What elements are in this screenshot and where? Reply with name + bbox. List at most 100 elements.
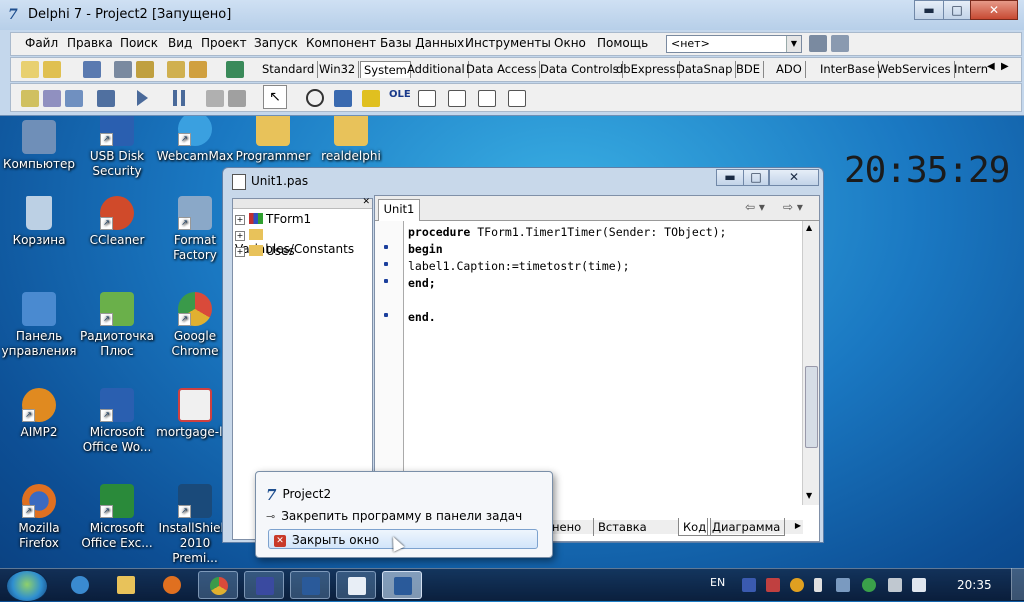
save-desktop-icon[interactable] <box>809 35 827 52</box>
jump-list-app-project2[interactable]: 7 Project2 <box>266 484 331 504</box>
dde-client-conv-icon[interactable] <box>418 90 436 107</box>
menu-tools[interactable]: Инструменты <box>465 36 551 50</box>
set-debug-desktop-icon[interactable] <box>831 35 849 52</box>
paintbox-icon[interactable] <box>334 90 352 107</box>
scroll-down-icon[interactable]: ▼ <box>806 491 812 500</box>
palette-tab-data-controls[interactable]: Data Controls <box>537 61 623 78</box>
breakpoint-dot[interactable] <box>384 245 388 249</box>
taskbar-chrome[interactable] <box>198 571 238 599</box>
desktop-icon-programmer[interactable]: Programmer <box>234 112 312 164</box>
code-line[interactable]: end. <box>408 310 436 324</box>
forward-arrow-icon[interactable]: ⇨ ▾ <box>783 200 803 214</box>
menu-project[interactable]: Проект <box>201 36 247 50</box>
view-form-icon[interactable] <box>43 90 61 107</box>
add-file-icon[interactable] <box>167 61 185 78</box>
taskbar-delphi[interactable] <box>290 571 330 599</box>
desktop-icon-realdelphi[interactable]: realdelphi <box>312 112 390 164</box>
network-icon[interactable] <box>836 578 850 592</box>
taskbar-running-app[interactable] <box>244 571 284 599</box>
breakpoint-dot[interactable] <box>384 262 388 266</box>
menu-database[interactable]: Базы Данных <box>380 36 464 50</box>
tray-app-icon[interactable] <box>790 578 804 592</box>
tray-app-icon[interactable] <box>742 578 756 592</box>
code-line[interactable]: procedure TForm1.Timer1Timer(Sender: TOb… <box>408 225 727 239</box>
title-bar[interactable]: 7 Delphi 7 - Project2 [Запущено] ▬ □ ✕ <box>0 0 1024 30</box>
palette-tab-win32[interactable]: Win32 <box>316 61 360 78</box>
remove-file-icon[interactable] <box>189 61 207 78</box>
palette-tab-interbase[interactable]: InterBase <box>817 61 879 78</box>
volume-icon[interactable] <box>912 578 926 592</box>
help-book-icon[interactable] <box>226 61 244 78</box>
maximize-button[interactable]: □ <box>943 0 971 20</box>
tree-node-tform1[interactable]: + TForm1 <box>235 212 311 228</box>
menu-edit[interactable]: Правка <box>67 36 113 50</box>
usb-device-icon[interactable] <box>814 578 822 592</box>
desktop-icon-word[interactable]: ↗ Microsoft Office Wo... <box>78 388 156 455</box>
taskbar-project2[interactable] <box>382 571 422 599</box>
chevron-down-icon[interactable]: ▼ <box>786 36 801 52</box>
palette-tab-dbexpress[interactable]: dbExpress <box>613 61 680 78</box>
palette-tab-additional[interactable]: Additional <box>404 61 469 78</box>
tab-unit1[interactable]: Unit1 <box>378 199 420 221</box>
taskbar-media-player[interactable] <box>152 571 192 599</box>
tree-node-uses[interactable]: + Uses <box>235 244 295 260</box>
trace-into-icon[interactable] <box>206 90 224 107</box>
pointer-arrow-icon[interactable]: ↖ <box>263 85 287 109</box>
dde-server-item-icon[interactable] <box>508 90 526 107</box>
ole-container-icon[interactable]: OLE <box>389 89 411 100</box>
tray-app-icon[interactable] <box>766 578 780 592</box>
desktop-icon-webcammax[interactable]: ↗ WebcamMax <box>156 112 234 164</box>
vertical-scrollbar[interactable]: ▲ ▼ <box>802 221 819 505</box>
breakpoint-dot[interactable] <box>384 279 388 283</box>
view-unit-icon[interactable] <box>21 90 39 107</box>
desktop-icon-control-panel[interactable]: Панель управления <box>0 292 78 359</box>
back-arrow-icon[interactable]: ⇦ ▾ <box>745 200 765 214</box>
close-button[interactable]: ✕ <box>970 0 1018 20</box>
run-icon[interactable] <box>137 90 148 106</box>
taskbar-notepad[interactable] <box>336 571 376 599</box>
palette-tab-bde[interactable]: BDE <box>733 61 765 78</box>
expand-icon[interactable]: + <box>235 231 245 241</box>
tab-diagram[interactable]: Диаграмма <box>707 518 786 536</box>
scroll-thumb[interactable] <box>805 366 818 448</box>
menu-search[interactable]: Поиск <box>120 36 158 50</box>
code-line[interactable]: begin <box>408 242 443 256</box>
desktop-icon-aimp2[interactable]: ↗ AIMP2 <box>0 388 78 440</box>
desktop-icon-usb-disk-security[interactable]: ↗ USB Disk Security <box>78 112 156 179</box>
palette-tab-standard[interactable]: Standard <box>259 61 319 78</box>
editor-maximize-button[interactable]: □ <box>743 169 769 186</box>
mediaplayer-icon[interactable] <box>362 90 380 107</box>
desktop-layout-combo[interactable]: <нет> ▼ <box>666 35 802 53</box>
utorrent-icon[interactable] <box>862 578 876 592</box>
new-form-icon[interactable] <box>97 90 115 107</box>
expand-icon[interactable]: + <box>235 215 245 225</box>
palette-tab-datasnap[interactable]: DataSnap <box>673 61 737 78</box>
palette-tab-data-access[interactable]: Data Access <box>463 61 541 78</box>
scroll-right-icon[interactable]: ▶ <box>795 521 801 530</box>
code-line[interactable]: end; <box>408 276 436 290</box>
taskbar-explorer[interactable] <box>106 571 146 599</box>
desktop-icon-excel[interactable]: ↗ Microsoft Office Exc... <box>78 484 156 551</box>
taskbar-ie[interactable] <box>60 571 100 599</box>
scroll-up-icon[interactable]: ▲ <box>806 223 812 232</box>
dde-client-item-icon[interactable] <box>448 90 466 107</box>
system-clock[interactable]: 20:35 <box>957 578 992 592</box>
menu-file[interactable]: Файл <box>25 36 58 50</box>
menu-view[interactable]: Вид <box>168 36 192 50</box>
menu-run[interactable]: Запуск <box>254 36 298 50</box>
breakpoint-dot[interactable] <box>384 313 388 317</box>
palette-tab-ado[interactable]: ADO <box>773 61 806 78</box>
tree-node-variables[interactable]: +Variables/Constants <box>235 228 372 256</box>
flag-icon[interactable] <box>888 578 902 592</box>
save-all-icon[interactable] <box>114 61 132 78</box>
language-indicator[interactable]: EN <box>710 576 725 589</box>
toggle-form-unit-icon[interactable] <box>65 90 83 107</box>
start-button[interactable] <box>6 570 48 602</box>
desktop-icon-recycle-bin[interactable]: Корзина <box>0 196 78 248</box>
menu-window[interactable]: Окно <box>554 36 586 50</box>
pin-to-taskbar-item[interactable]: ⊸ Закрепить программу в панели задач <box>266 506 522 526</box>
palette-scroll-left-icon[interactable]: ◀ <box>987 61 995 72</box>
menu-help[interactable]: Помощь <box>597 36 648 50</box>
menu-component[interactable]: Компонент <box>306 36 376 50</box>
palette-tab-webservices[interactable]: WebServices <box>874 61 955 78</box>
